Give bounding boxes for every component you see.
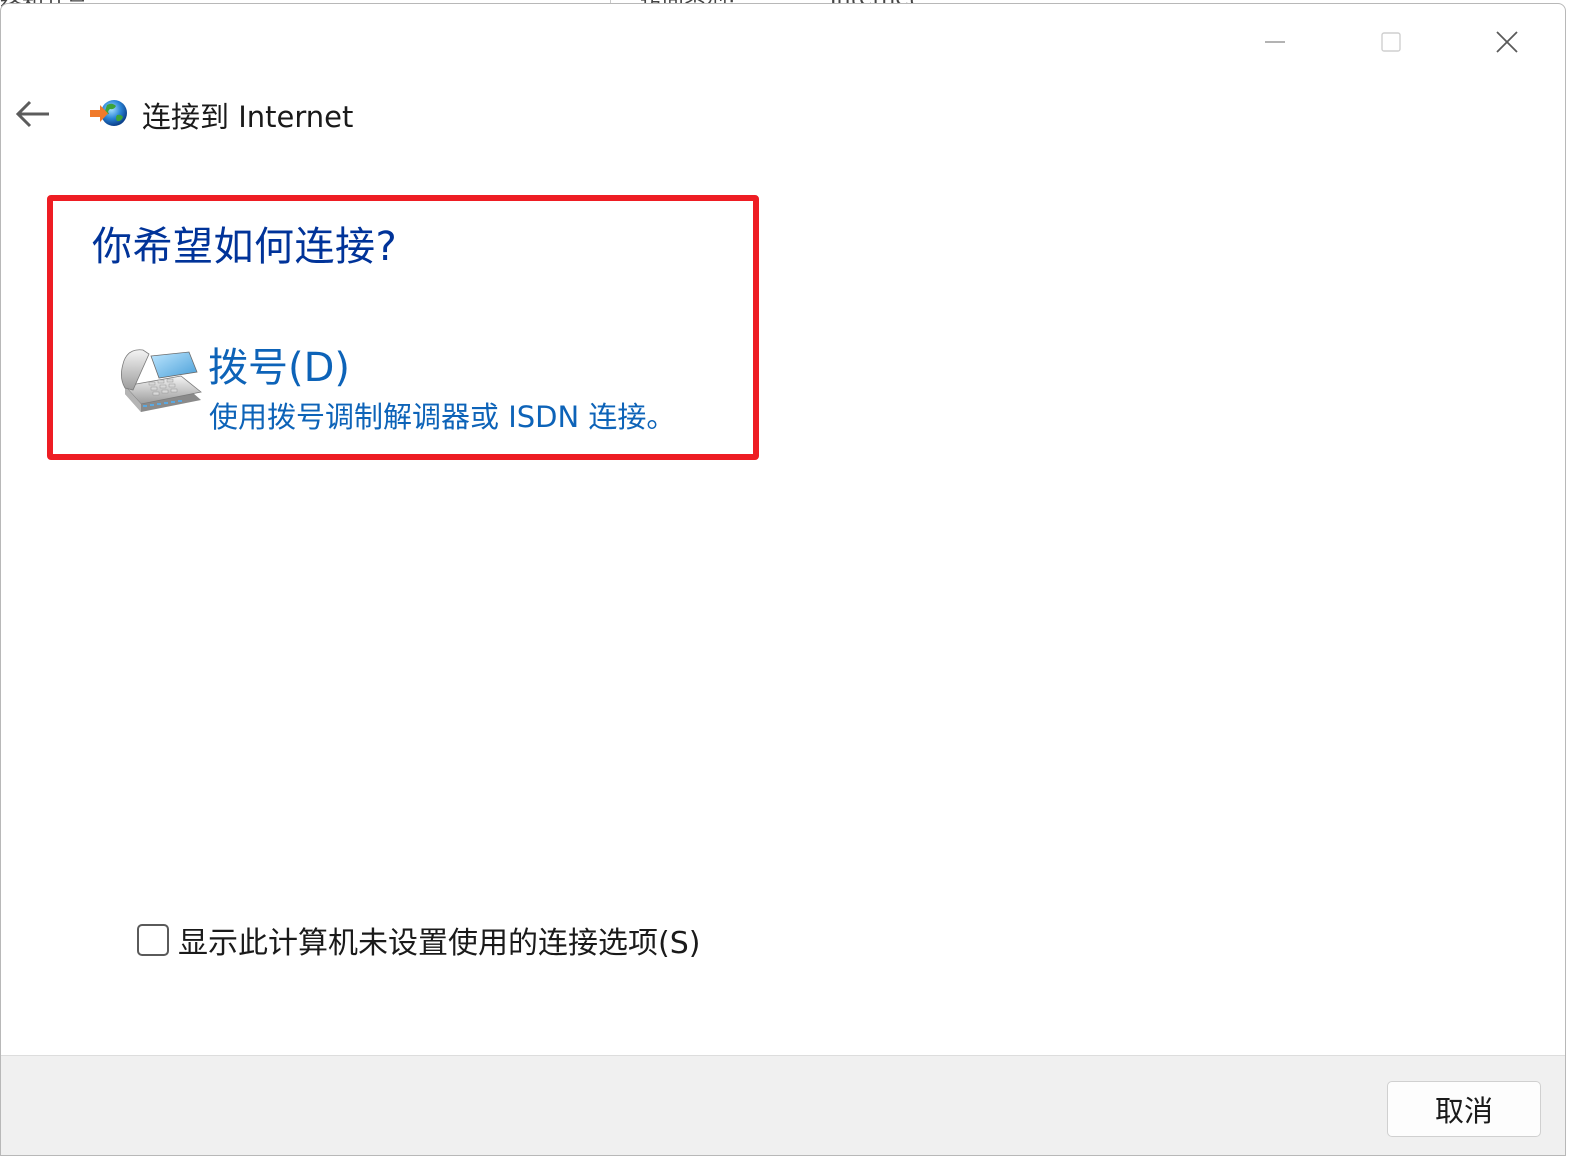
close-button[interactable] (1475, 18, 1539, 66)
minimize-icon (1265, 41, 1285, 43)
dialog-title: 连接到 Internet (142, 100, 354, 134)
dialup-option-description[interactable]: 使用拨号调制解调器或 ISDN 连接。 (209, 394, 675, 436)
back-arrow-icon (15, 100, 49, 128)
show-unconfigured-options-row[interactable]: 显示此计算机未设置使用的连接选项(S) (137, 918, 700, 962)
maximize-icon (1381, 32, 1401, 52)
dialog-footer: 取消 (1, 1055, 1565, 1155)
maximize-button[interactable] (1359, 18, 1423, 66)
connect-to-internet-dialog: 连接到 Internet 你希望如何连接? 拨号(D) 使用拨号调制解调器或 I… (0, 3, 1566, 1156)
telephone-modem-icon (121, 349, 202, 412)
back-button[interactable] (9, 90, 57, 138)
close-icon (1496, 31, 1518, 53)
dialup-option-title[interactable]: 拨号(D) (208, 335, 350, 393)
show-unconfigured-options-checkbox[interactable] (137, 924, 169, 956)
show-unconfigured-options-label[interactable]: 显示此计算机未设置使用的连接选项(S) (178, 918, 700, 962)
cancel-button[interactable]: 取消 (1387, 1081, 1541, 1137)
connection-question-heading: 你希望如何连接? (92, 224, 398, 270)
dialup-option[interactable]: 拨号(D) 使用拨号调制解调器或 ISDN 连接。 (117, 338, 707, 438)
connect-to-internet-icon (90, 100, 127, 126)
minimize-button[interactable] (1243, 18, 1307, 66)
